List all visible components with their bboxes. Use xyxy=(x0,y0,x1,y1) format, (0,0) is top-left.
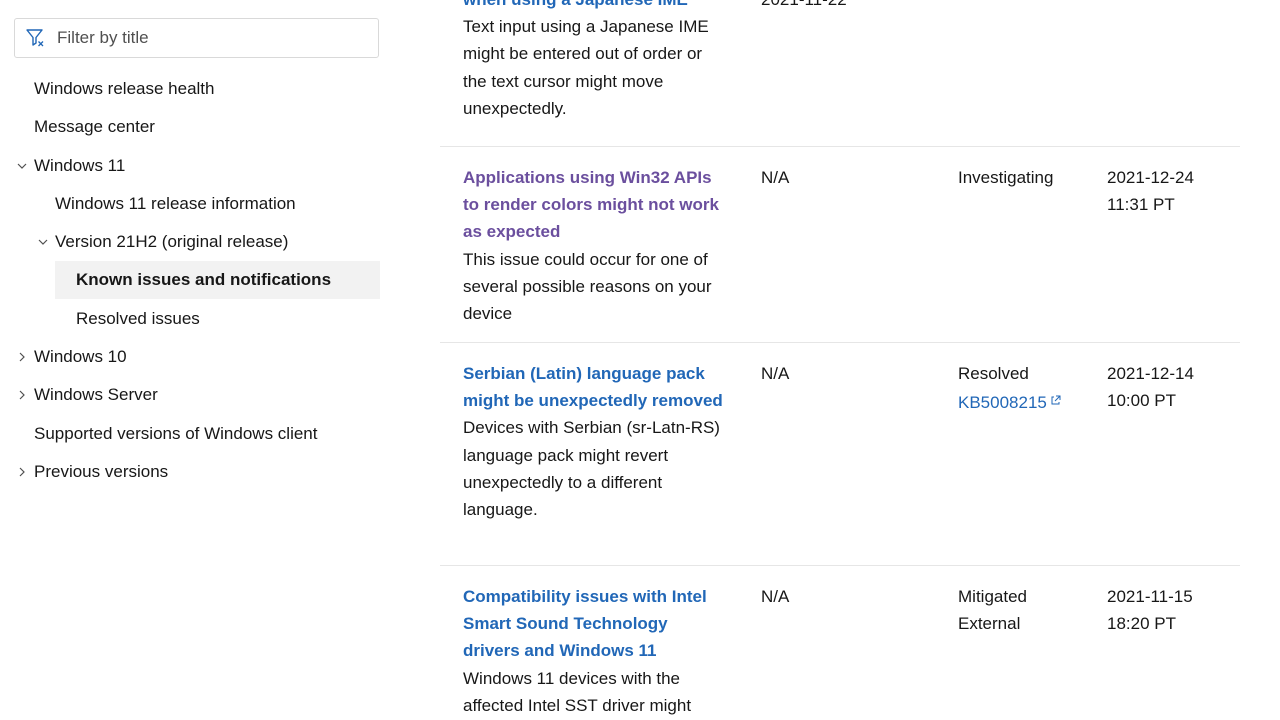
sidebar-toc: Windows release health Message center Wi… xyxy=(0,0,400,720)
issue-title-link[interactable]: when using a Japanese IME xyxy=(463,0,728,13)
status-text: Resolved xyxy=(958,364,1029,383)
filter-by-title-input[interactable] xyxy=(57,28,357,48)
toc-item-previous-versions[interactable]: Previous versions xyxy=(0,453,400,491)
toc-item-windows-11[interactable]: Windows 11 xyxy=(0,147,400,185)
chevron-down-icon[interactable] xyxy=(37,236,49,248)
page: Windows release health Message center Wi… xyxy=(0,0,1280,720)
filter-icon xyxy=(25,27,47,49)
toc-item-windows-11-release-information[interactable]: Windows 11 release information xyxy=(0,185,400,223)
toc-item-windows-10[interactable]: Windows 10 xyxy=(0,338,400,376)
toc-item-windows-release-health[interactable]: Windows release health xyxy=(0,70,400,108)
last-updated-time: 11:31 PT xyxy=(1107,195,1175,215)
last-updated-date: 2021-11-15 xyxy=(1107,587,1193,606)
issue-description: Text input using a Japanese IME might be… xyxy=(463,17,709,118)
chevron-right-icon[interactable] xyxy=(16,389,28,401)
known-issues-table: when using a Japanese IME Text input usi… xyxy=(440,0,1240,720)
status-text: Mitigated xyxy=(958,587,1027,606)
issue-title-link[interactable]: Applications using Win32 APIs to render … xyxy=(463,164,728,246)
toc-item-label: Windows Server xyxy=(34,385,158,405)
toc-nav: Windows release health Message center Wi… xyxy=(0,70,400,491)
external-link-icon xyxy=(1050,387,1061,405)
toc-item-label: Previous versions xyxy=(34,461,169,481)
last-updated-time: 10:00 PT xyxy=(1107,391,1176,411)
filter-box[interactable] xyxy=(14,18,379,58)
row-divider xyxy=(440,565,1240,566)
chevron-down-icon[interactable] xyxy=(16,160,28,172)
issue-description: Windows 11 devices with the affected Int… xyxy=(463,668,692,715)
summary-cell: Compatibility issues with Intel Smart So… xyxy=(463,583,728,719)
toc-item-message-center[interactable]: Message center xyxy=(0,108,400,146)
toc-item-label: Windows 11 xyxy=(34,155,126,175)
summary-cell: Serbian (Latin) language pack might be u… xyxy=(463,360,728,523)
status-cell: Mitigated External xyxy=(958,583,1088,637)
toc-item-label: Resolved issues xyxy=(76,308,200,328)
chevron-right-icon[interactable] xyxy=(16,351,28,363)
toc-item-label: Supported versions of Windows client xyxy=(34,423,318,443)
toc-item-known-issues[interactable]: Known issues and notifications xyxy=(0,261,400,300)
status-cell: Resolved KB5008215 xyxy=(958,360,1088,416)
chevron-right-icon[interactable] xyxy=(16,466,28,478)
issue-title-link[interactable]: Compatibility issues with Intel Smart So… xyxy=(463,583,728,665)
issue-description: This issue could occur for one of severa… xyxy=(463,249,712,324)
toc-item-label: Version 21H2 (original release) xyxy=(55,232,289,252)
row-divider xyxy=(440,146,1240,147)
toc-item-label: Windows 10 xyxy=(34,347,127,367)
summary-cell: Applications using Win32 APIs to render … xyxy=(463,164,728,327)
summary-cell: when using a Japanese IME Text input usi… xyxy=(463,0,728,122)
toc-item-label: Windows release health xyxy=(34,79,215,98)
status-extra-text: External xyxy=(958,614,1021,634)
originating-update-cell: N/A xyxy=(761,364,790,383)
toc-item-windows-server[interactable]: Windows Server xyxy=(0,376,400,414)
status-text: Investigating xyxy=(958,168,1054,187)
toc-item-version-21h2[interactable]: Version 21H2 (original release) xyxy=(0,223,400,261)
last-updated-time: 18:20 PT xyxy=(1107,614,1176,634)
originating-update-cell: 2021-11-22 xyxy=(761,0,911,13)
row-divider xyxy=(440,342,1240,343)
toc-item-label: Windows 11 release information xyxy=(55,193,296,213)
last-updated-cell: 2021-12-14 10:00 PT xyxy=(1107,360,1237,414)
originating-update-cell: N/A xyxy=(761,587,790,606)
issue-title-link[interactable]: Serbian (Latin) language pack might be u… xyxy=(463,360,728,414)
toc-item-supported-versions[interactable]: Supported versions of Windows client xyxy=(0,415,400,453)
last-updated-date: 2021-12-24 xyxy=(1107,168,1194,187)
toc-item-resolved-issues[interactable]: Resolved issues xyxy=(0,300,400,338)
last-updated-date: 2021-12-14 xyxy=(1107,364,1194,383)
originating-update-cell: N/A xyxy=(761,168,790,187)
status-cell: Investigating xyxy=(958,164,1088,191)
last-updated-cell: 2021-11-15 18:20 PT xyxy=(1107,583,1237,637)
kb-article-link[interactable]: KB5008215 xyxy=(958,393,1047,412)
toc-item-label: Known issues and notifications xyxy=(76,270,332,290)
last-updated-cell: 2021-12-24 11:31 PT xyxy=(1107,164,1237,218)
toc-item-label: Message center xyxy=(34,117,155,137)
issue-description: Devices with Serbian (sr-Latn-RS) langua… xyxy=(463,418,720,520)
